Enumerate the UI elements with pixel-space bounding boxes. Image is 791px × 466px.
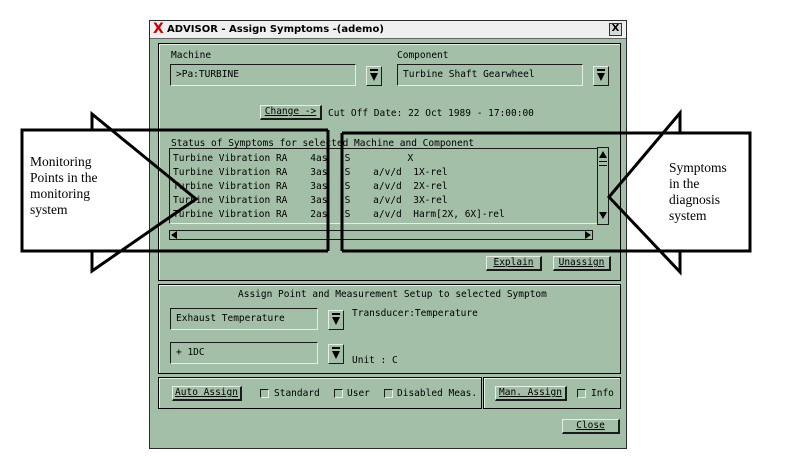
cutoff-date-text: Cut Off Date: 22 Oct 1989 - 17:00:00 bbox=[328, 108, 534, 119]
man-assign-button[interactable]: Man. Assign bbox=[495, 386, 567, 401]
list-item[interactable]: Turbine Vibration RA 3as S a/v/d 3X-rel bbox=[173, 194, 448, 208]
explain-button[interactable]: Explain bbox=[486, 256, 542, 271]
measurement-point-field[interactable]: Exhaust Temperature bbox=[170, 308, 318, 330]
change-button[interactable]: Change -> bbox=[260, 105, 322, 120]
measurement-setup-dropdown-button[interactable] bbox=[328, 344, 344, 364]
machine-label: Machine bbox=[171, 50, 212, 61]
standard-label: Standard bbox=[274, 388, 320, 399]
callout-line: system bbox=[669, 208, 707, 223]
callout-line: in the bbox=[669, 176, 700, 191]
list-vertical-scrollbar[interactable] bbox=[597, 147, 609, 225]
user-label: User bbox=[347, 388, 370, 399]
disabled-meas-label: Disabled Meas. bbox=[397, 388, 478, 399]
left-callout-text: Monitoring Points in the monitoring syst… bbox=[30, 154, 98, 218]
callout-line: Points in the bbox=[30, 170, 98, 185]
assign-symptoms-dialog: X ADVISOR - Assign Symptoms -(ademo) X M… bbox=[149, 20, 627, 449]
machine-field[interactable]: >Pa:TURBINE bbox=[170, 64, 356, 86]
callout-line: diagnosis bbox=[669, 192, 721, 207]
list-item[interactable]: Turbine Vibration RA 3as S a/v/d 2X-rel bbox=[173, 180, 448, 194]
advisor-logo-icon: X bbox=[153, 21, 164, 37]
measurement-setup-field[interactable]: + 1DC bbox=[170, 342, 318, 364]
window-close-button[interactable]: X bbox=[609, 23, 622, 36]
callout-line: system bbox=[30, 202, 68, 217]
measurement-point-dropdown-button[interactable] bbox=[328, 310, 344, 330]
callout-line: Symptoms bbox=[669, 160, 727, 175]
list-item[interactable]: Turbine Vibration RA 2as S a/v/d Harm[2X… bbox=[173, 208, 505, 222]
scroll-right-arrow-icon[interactable] bbox=[585, 231, 591, 239]
scroll-down-arrow-icon[interactable] bbox=[599, 212, 607, 219]
scroll-thumb[interactable] bbox=[599, 161, 607, 166]
machine-dropdown-button[interactable] bbox=[366, 66, 382, 86]
disabled-meas-checkbox[interactable] bbox=[384, 389, 393, 398]
component-dropdown-button[interactable] bbox=[593, 66, 609, 86]
transducer-text: Transducer:Temperature bbox=[352, 308, 478, 319]
list-item[interactable]: Turbine Vibration RA 4as S X bbox=[173, 152, 414, 166]
callout-line: Monitoring bbox=[30, 154, 92, 169]
assign-header: Assign Point and Measurement Setup to se… bbox=[238, 289, 547, 300]
scroll-left-arrow-icon[interactable] bbox=[171, 231, 177, 239]
scroll-up-arrow-icon[interactable] bbox=[599, 151, 607, 158]
unit-text: Unit : C bbox=[352, 355, 398, 366]
close-button[interactable]: Close bbox=[562, 419, 620, 434]
standard-checkbox[interactable] bbox=[260, 389, 269, 398]
list-item[interactable]: Turbine Vibration RA 3as S a/v/d 1X-rel bbox=[173, 166, 448, 180]
right-callout-text: Symptoms in the diagnosis system bbox=[669, 160, 727, 224]
list-horizontal-scrollbar[interactable] bbox=[169, 230, 593, 240]
window-title: ADVISOR - Assign Symptoms -(ademo) bbox=[167, 24, 384, 35]
info-label: Info bbox=[591, 388, 614, 399]
callout-line: monitoring bbox=[30, 186, 90, 201]
component-field[interactable]: Turbine Shaft Gearwheel bbox=[397, 64, 583, 86]
auto-assign-button[interactable]: Auto Assign bbox=[172, 386, 242, 401]
user-checkbox[interactable] bbox=[334, 389, 343, 398]
title-bar[interactable]: X ADVISOR - Assign Symptoms -(ademo) X bbox=[150, 21, 626, 39]
unassign-button[interactable]: Unassign bbox=[553, 256, 611, 271]
info-checkbox[interactable] bbox=[577, 389, 586, 398]
component-label: Component bbox=[397, 50, 449, 61]
